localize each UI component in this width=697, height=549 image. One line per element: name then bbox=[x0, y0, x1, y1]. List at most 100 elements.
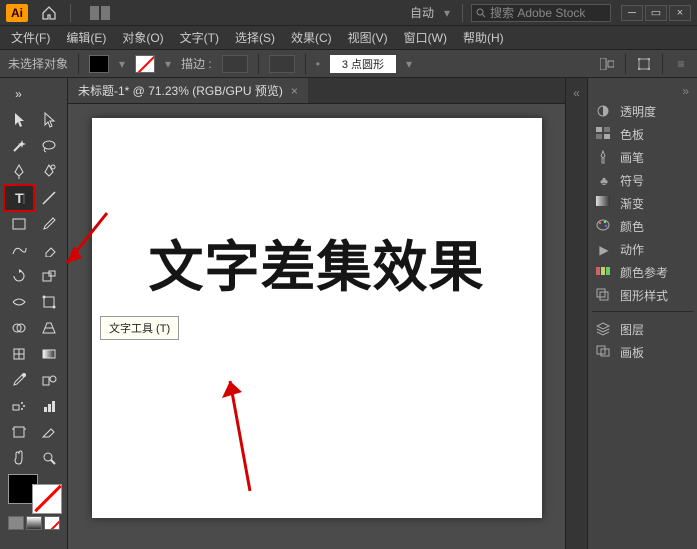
search-stock-input[interactable]: 搜索 Adobe Stock bbox=[471, 4, 611, 22]
search-placeholder: 搜索 Adobe Stock bbox=[490, 4, 585, 21]
perspective-tool[interactable] bbox=[35, 316, 63, 340]
panel-label: 动作 bbox=[620, 241, 644, 258]
mesh-tool[interactable] bbox=[5, 342, 33, 366]
tool-spacer bbox=[35, 82, 63, 106]
menu-bar: 文件(F) 编辑(E) 对象(O) 文字(T) 选择(S) 效果(C) 视图(V… bbox=[0, 26, 697, 50]
rectangle-tool[interactable] bbox=[5, 212, 33, 236]
brush-def-button[interactable] bbox=[269, 55, 295, 73]
panel-artboards[interactable]: 画板 bbox=[592, 341, 693, 364]
color-mode-gradient[interactable] bbox=[26, 516, 42, 530]
color-proxy[interactable] bbox=[8, 474, 62, 514]
free-transform-tool[interactable] bbox=[35, 290, 63, 314]
panel-actions[interactable]: ▶动作 bbox=[592, 238, 693, 261]
menu-effect[interactable]: 效果(C) bbox=[284, 27, 339, 48]
window-minimize-button[interactable]: ─ bbox=[621, 5, 643, 21]
document-tab[interactable]: 未标题-1* @ 71.23% (RGB/GPU 预览) × bbox=[68, 78, 308, 103]
panel-color[interactable]: 颜色 bbox=[592, 215, 693, 238]
gradient-tool[interactable] bbox=[35, 342, 63, 366]
menu-object[interactable]: 对象(O) bbox=[115, 27, 170, 48]
symbol-sprayer-tool[interactable] bbox=[5, 394, 33, 418]
paintbrush-tool[interactable] bbox=[35, 212, 63, 236]
hand-tool[interactable] bbox=[5, 446, 33, 470]
magic-wand-tool[interactable] bbox=[5, 134, 33, 158]
chevron-down-icon[interactable]: ▾ bbox=[406, 57, 412, 71]
collapse-panel-icon[interactable]: « bbox=[570, 86, 584, 100]
eraser-tool[interactable] bbox=[35, 238, 63, 262]
menu-select[interactable]: 选择(S) bbox=[228, 27, 282, 48]
width-tool[interactable] bbox=[5, 290, 33, 314]
stroke-proxy[interactable] bbox=[32, 484, 62, 514]
workspace-switcher[interactable]: 自动 bbox=[410, 4, 434, 21]
panel-label: 颜色参考 bbox=[620, 264, 668, 281]
slice-tool[interactable] bbox=[35, 420, 63, 444]
stroke-weight-input[interactable] bbox=[222, 55, 248, 73]
panel-transparency[interactable]: 透明度 bbox=[592, 100, 693, 123]
collapse-panels-icon[interactable]: » bbox=[592, 84, 693, 98]
line-tool[interactable] bbox=[35, 186, 63, 210]
chevron-down-icon[interactable]: ▾ bbox=[119, 57, 125, 71]
panel-layers[interactable]: 图层 bbox=[592, 318, 693, 341]
selection-tool[interactable] bbox=[5, 108, 33, 132]
sample-text[interactable]: 文字差集效果 bbox=[92, 222, 542, 302]
curvature-tool[interactable] bbox=[35, 160, 63, 184]
tab-title: 未标题-1* @ 71.23% (RGB/GPU 预览) bbox=[78, 82, 283, 99]
home-icon[interactable] bbox=[36, 4, 62, 22]
swatches-icon bbox=[596, 127, 612, 143]
color-mode-solid[interactable] bbox=[8, 516, 24, 530]
arrange-docs-icon[interactable] bbox=[87, 4, 113, 22]
graphic-styles-icon bbox=[596, 288, 612, 304]
panel-symbols[interactable]: ♣符号 bbox=[592, 169, 693, 192]
eyedropper-tool[interactable] bbox=[5, 368, 33, 392]
menu-view[interactable]: 视图(V) bbox=[341, 27, 395, 48]
direct-selection-tool[interactable] bbox=[35, 108, 63, 132]
chevron-down-icon[interactable]: ▾ bbox=[440, 6, 454, 20]
menu-help[interactable]: 帮助(H) bbox=[456, 27, 511, 48]
panel-label: 图形样式 bbox=[620, 287, 668, 304]
rotate-tool[interactable] bbox=[5, 264, 33, 288]
graph-tool[interactable] bbox=[35, 394, 63, 418]
app-logo: Ai bbox=[6, 4, 28, 22]
panel-label: 图层 bbox=[620, 321, 644, 338]
search-icon bbox=[476, 8, 486, 18]
lasso-tool[interactable] bbox=[35, 134, 63, 158]
selection-status: 未选择对象 bbox=[8, 55, 68, 72]
align-icon[interactable] bbox=[599, 57, 615, 71]
menu-window[interactable]: 窗口(W) bbox=[397, 27, 454, 48]
color-icon bbox=[596, 219, 612, 235]
transform-icon[interactable] bbox=[636, 57, 652, 71]
scale-tool[interactable] bbox=[35, 264, 63, 288]
panel-graphic-styles[interactable]: 图形样式 bbox=[592, 284, 693, 307]
stroke-label: 描边 : bbox=[181, 55, 212, 72]
panel-brushes[interactable]: 画笔 bbox=[592, 146, 693, 169]
menu-file[interactable]: 文件(F) bbox=[4, 27, 57, 48]
menu-edit[interactable]: 编辑(E) bbox=[59, 27, 113, 48]
annotation-arrow-icon bbox=[220, 376, 280, 496]
artboards-icon bbox=[596, 345, 612, 361]
expand-tools-icon[interactable]: » bbox=[5, 82, 33, 106]
zoom-tool[interactable] bbox=[35, 446, 63, 470]
color-guide-icon bbox=[596, 265, 612, 281]
tab-close-button[interactable]: × bbox=[291, 84, 298, 98]
chevron-down-icon[interactable]: ▾ bbox=[165, 57, 171, 71]
type-tool[interactable]: T bbox=[5, 186, 33, 210]
panel-color-guide[interactable]: 颜色参考 bbox=[592, 261, 693, 284]
window-maximize-button[interactable]: ▭ bbox=[645, 5, 667, 21]
stroke-profile-select[interactable]: 3 点圆形 bbox=[330, 55, 396, 73]
stroke-swatch[interactable] bbox=[135, 55, 155, 73]
panel-gradient[interactable]: 渐变 bbox=[592, 192, 693, 215]
window-close-button[interactable]: × bbox=[669, 5, 691, 21]
gradient-icon bbox=[596, 196, 612, 212]
panel-menu-icon[interactable]: ≡ bbox=[673, 57, 689, 71]
shaper-tool[interactable] bbox=[5, 238, 33, 262]
panel-swatches[interactable]: 色板 bbox=[592, 123, 693, 146]
fill-swatch[interactable] bbox=[89, 55, 109, 73]
panel-label: 画板 bbox=[620, 344, 644, 361]
transparency-icon bbox=[596, 104, 612, 120]
artboard-tool[interactable] bbox=[5, 420, 33, 444]
blend-tool[interactable] bbox=[35, 368, 63, 392]
pen-tool[interactable] bbox=[5, 160, 33, 184]
color-mode-none[interactable] bbox=[44, 516, 60, 530]
menu-type[interactable]: 文字(T) bbox=[173, 27, 226, 48]
panel-label: 色板 bbox=[620, 126, 644, 143]
shape-builder-tool[interactable] bbox=[5, 316, 33, 340]
